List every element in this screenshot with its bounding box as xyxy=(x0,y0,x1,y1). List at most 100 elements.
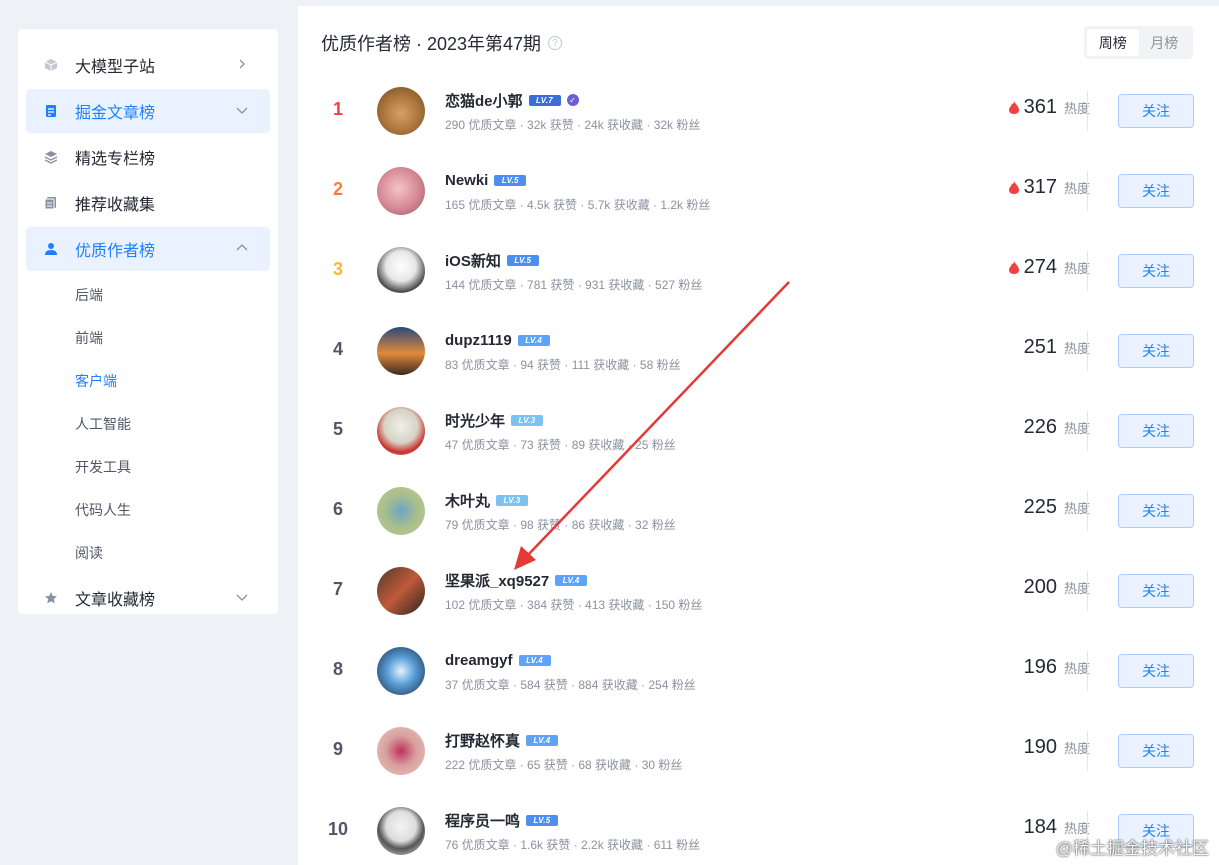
category-frontend[interactable]: 前端 xyxy=(75,316,278,359)
avatar[interactable] xyxy=(377,807,425,855)
follow-button[interactable]: 关注 xyxy=(1118,734,1194,768)
author-info: dupz1119 LV.4 83 优质文章 · 94 获赞 · 111 获收藏 … xyxy=(445,330,681,373)
author-name[interactable]: 恋猫de小郭 xyxy=(445,90,523,111)
hot-value: 225 xyxy=(1023,496,1057,518)
sidebar-item-articles[interactable]: 掘金文章榜 xyxy=(26,89,270,133)
chevron-down-icon xyxy=(236,107,248,114)
category-reading[interactable]: 阅读 xyxy=(75,531,278,574)
help-icon[interactable]: ? xyxy=(548,36,563,50)
author-info: 打野赵怀真 LV.4 222 优质文章 · 65 获赞 · 68 获收藏 · 3… xyxy=(445,730,682,773)
hot-score: 251 热度 xyxy=(970,336,1090,359)
author-info: dreamgyf LV.4 37 优质文章 · 584 获赞 · 884 获收藏… xyxy=(445,650,696,693)
follow-button[interactable]: 关注 xyxy=(1118,654,1194,688)
author-name-line: 坚果派_xq9527 LV.4 xyxy=(445,570,702,590)
author-name[interactable]: 木叶丸 xyxy=(445,490,490,511)
flame-icon xyxy=(1008,261,1019,274)
author-name[interactable]: 时光少年 xyxy=(445,410,505,431)
star-icon xyxy=(45,592,57,604)
rank-number: 8 xyxy=(332,659,343,679)
author-name[interactable]: Newki xyxy=(445,172,488,189)
hot-score: 196 热度 xyxy=(970,656,1090,679)
flame-icon xyxy=(1008,101,1019,114)
rank-number: 5 xyxy=(332,419,343,439)
tab-monthly[interactable]: 月榜 xyxy=(1139,29,1191,56)
hot-value: 190 xyxy=(1023,736,1057,758)
hot-score: 190 热度 xyxy=(970,736,1090,759)
hot-value: 226 xyxy=(1023,416,1057,438)
author-stats: 83 优质文章 · 94 获赞 · 111 获收藏 · 58 粉丝 xyxy=(445,358,681,372)
author-name-line: 木叶丸 LV.3 xyxy=(445,490,676,510)
hot-value: 251 xyxy=(1023,336,1057,358)
follow-button[interactable]: 关注 xyxy=(1118,574,1194,608)
follow-button[interactable]: 关注 xyxy=(1118,94,1194,128)
follow-button[interactable]: 关注 xyxy=(1118,414,1194,448)
rank-number: 9 xyxy=(332,739,343,759)
rank-number: 6 xyxy=(332,499,343,519)
avatar[interactable] xyxy=(377,567,425,615)
rank-number: 3 xyxy=(332,259,343,279)
hot-score: 225 热度 xyxy=(970,496,1090,519)
author-stats: 76 优质文章 · 1.6k 获赞 · 2.2k 获收藏 · 611 粉丝 xyxy=(445,838,701,852)
hot-score: 200 热度 xyxy=(970,576,1090,599)
avatar[interactable] xyxy=(377,727,425,775)
sidebar-item-llm[interactable]: 大模型子站 xyxy=(26,43,270,87)
category-devtools[interactable]: 开发工具 xyxy=(75,445,278,488)
author-stats: 290 优质文章 · 32k 获赞 · 24k 获收藏 · 32k 粉丝 xyxy=(445,118,701,132)
rank-number: 2 xyxy=(332,179,343,199)
rank-number: 1 xyxy=(332,99,343,119)
period-switch: 周榜 月榜 xyxy=(1084,26,1193,59)
avatar[interactable] xyxy=(377,407,425,455)
author-info: 时光少年 LV.3 47 优质文章 · 73 获赞 · 89 获收藏 · 25 … xyxy=(445,410,676,453)
author-name[interactable]: 程序员一鸣 xyxy=(445,810,520,831)
author-name[interactable]: dupz1119 xyxy=(445,332,512,349)
sidebar-item-label: 优质作者榜 xyxy=(75,243,156,260)
avatar[interactable] xyxy=(377,647,425,695)
avatar[interactable] xyxy=(377,167,425,215)
level-badge: LV.3 xyxy=(511,414,544,426)
sidebar-item-label: 文章收藏榜 xyxy=(75,592,156,609)
follow-button[interactable]: 关注 xyxy=(1118,174,1194,208)
author-name-line: Newki LV.5 xyxy=(445,170,710,190)
category-backend[interactable]: 后端 xyxy=(75,273,278,316)
author-info: iOS新知 LV.5 144 优质文章 · 781 获赞 · 931 获收藏 ·… xyxy=(445,250,702,293)
sidebar-item-label: 推荐收藏集 xyxy=(75,197,156,214)
hot-score: 317 热度 xyxy=(970,176,1090,199)
sidebar-item-favorites[interactable]: 文章收藏榜 xyxy=(26,576,270,620)
avatar[interactable] xyxy=(377,247,425,295)
avatar[interactable] xyxy=(377,327,425,375)
category-ai[interactable]: 人工智能 xyxy=(75,402,278,445)
sidebar-item-authors[interactable]: 优质作者榜 xyxy=(26,227,270,271)
avatar[interactable] xyxy=(377,487,425,535)
tab-weekly[interactable]: 周榜 xyxy=(1087,29,1139,56)
author-name[interactable]: 坚果派_xq9527 xyxy=(445,570,549,591)
author-stats: 222 优质文章 · 65 获赞 · 68 获收藏 · 30 粉丝 xyxy=(445,758,683,772)
avatar[interactable] xyxy=(377,87,425,135)
ranking-header: 优质作者榜 · 2023年第47期 ? xyxy=(321,30,563,56)
hot-score: 274 热度 xyxy=(970,256,1090,279)
author-name[interactable]: dreamgyf xyxy=(445,652,513,669)
follow-button[interactable]: 关注 xyxy=(1118,254,1194,288)
sidebar-item-collections[interactable]: 推荐收藏集 xyxy=(26,181,270,225)
category-client[interactable]: 客户端 xyxy=(75,359,278,402)
author-row: 2 Newki LV.5 165 优质文章 · 4.5k 获赞 · 5.7k 获… xyxy=(298,153,1219,233)
sidebar-item-columns[interactable]: 精选专栏榜 xyxy=(26,135,270,179)
author-row: 6 木叶丸 LV.3 79 优质文章 · 98 获赞 · 86 获收藏 · 32… xyxy=(298,473,1219,553)
divider xyxy=(1087,491,1088,531)
rank-number: 7 xyxy=(332,579,343,599)
verified-badge-icon: ✓ xyxy=(566,94,579,106)
category-code-life[interactable]: 代码人生 xyxy=(75,488,278,531)
author-stats: 79 优质文章 · 98 获赞 · 86 获收藏 · 32 粉丝 xyxy=(445,518,676,532)
follow-button[interactable]: 关注 xyxy=(1118,334,1194,368)
author-row: 4 dupz1119 LV.4 83 优质文章 · 94 获赞 · 111 获收… xyxy=(298,313,1219,393)
sidebar-item-label: 精选专栏榜 xyxy=(75,151,156,168)
author-name-line: 时光少年 LV.3 xyxy=(445,410,676,430)
divider xyxy=(1087,331,1088,371)
rank-number: 10 xyxy=(327,819,349,839)
hot-score: 361 热度 xyxy=(970,96,1090,119)
divider xyxy=(1087,171,1088,211)
chevron-down-icon xyxy=(236,594,248,601)
follow-button[interactable]: 关注 xyxy=(1118,494,1194,528)
author-name[interactable]: iOS新知 xyxy=(445,250,501,271)
author-name-line: 程序员一鸣 LV.5 xyxy=(445,810,700,830)
author-name[interactable]: 打野赵怀真 xyxy=(445,730,520,751)
